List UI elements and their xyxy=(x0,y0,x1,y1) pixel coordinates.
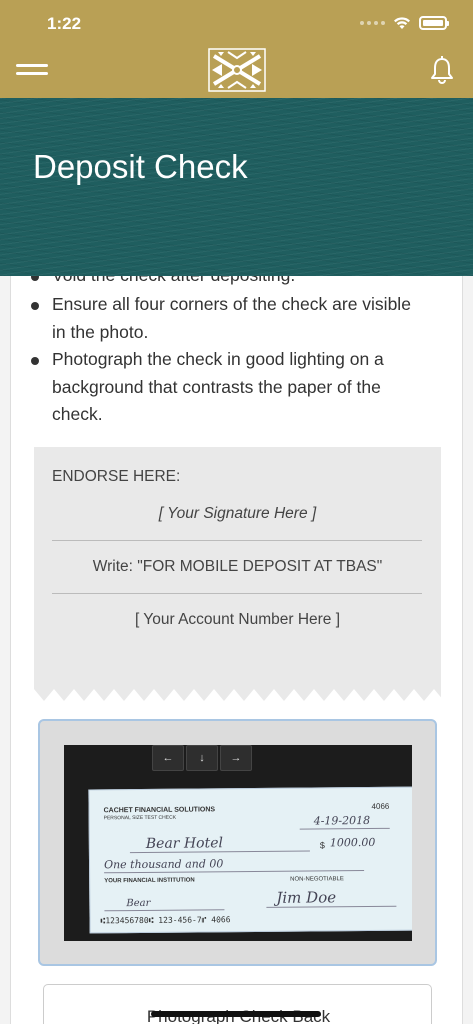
keyboard-keys: ← ↓ → xyxy=(152,745,252,771)
check-non-negotiable: NON-NEGOTIABLE xyxy=(290,876,344,883)
page-banner: Deposit Check xyxy=(0,98,473,276)
key-down: ↓ xyxy=(186,745,218,771)
check-company: CACHET FINANCIAL SOLUTIONS xyxy=(103,806,216,815)
check-amount-words: One thousand and 00 xyxy=(103,857,224,872)
photograph-check-back-button[interactable]: Photograph Check Back xyxy=(43,984,432,1024)
check-signature: Jim Doe xyxy=(276,888,337,907)
endorse-label: ENDORSE HERE: xyxy=(52,468,181,485)
zigzag-edge xyxy=(34,689,441,705)
check-micr: ⑆123456780⑆ 123-456-7⑈ 4066 xyxy=(100,915,231,926)
check-payee: Bear Hotel xyxy=(145,835,224,852)
check-number: 4066 xyxy=(371,801,390,811)
check-amount: 1000.00 xyxy=(329,835,376,850)
check-memo: Bear xyxy=(126,897,151,910)
check-company-sub: PERSONAL SIZE TEST CHECK xyxy=(103,814,177,822)
bell-icon[interactable] xyxy=(429,56,455,84)
divider xyxy=(52,593,422,594)
mobile-deposit-instruction: Write: "FOR MOBILE DEPOSIT AT TBAS" xyxy=(92,558,383,575)
key-left: ← xyxy=(152,745,184,771)
divider xyxy=(52,540,422,541)
hamburger-menu-icon[interactable] xyxy=(16,64,48,76)
status-time: 1:22 xyxy=(47,14,82,33)
check-date: 4-19-2018 xyxy=(313,813,371,828)
status-icons xyxy=(360,16,449,30)
signature-placeholder: [ Your Signature Here ] xyxy=(158,505,317,522)
content-panel: Void the check after depositing. Ensure … xyxy=(10,276,463,1024)
page-title: Deposit Check xyxy=(33,148,248,185)
check-image: CACHET FINANCIAL SOLUTIONS PERSONAL SIZE… xyxy=(88,786,412,934)
check-front-photo[interactable]: ← ↓ → CACHET FINANCIAL SOLUTIONS PERSONA… xyxy=(38,719,437,966)
home-indicator xyxy=(151,1011,321,1017)
wifi-icon xyxy=(394,17,410,29)
endorse-box: ENDORSE HERE: [ Your Signature Here ] Wr… xyxy=(34,447,441,705)
account-number-placeholder: [ Your Account Number Here ] xyxy=(134,611,341,628)
battery-icon xyxy=(419,16,447,30)
check-photo-image: ← ↓ → CACHET FINANCIAL SOLUTIONS PERSONA… xyxy=(64,745,412,941)
check-bank: YOUR FINANCIAL INSTITUTION xyxy=(104,877,195,885)
tbas-logo xyxy=(208,48,266,92)
key-right: → xyxy=(220,745,252,771)
top-bar: 1:22 xyxy=(0,0,473,98)
signal-icon xyxy=(360,21,385,25)
